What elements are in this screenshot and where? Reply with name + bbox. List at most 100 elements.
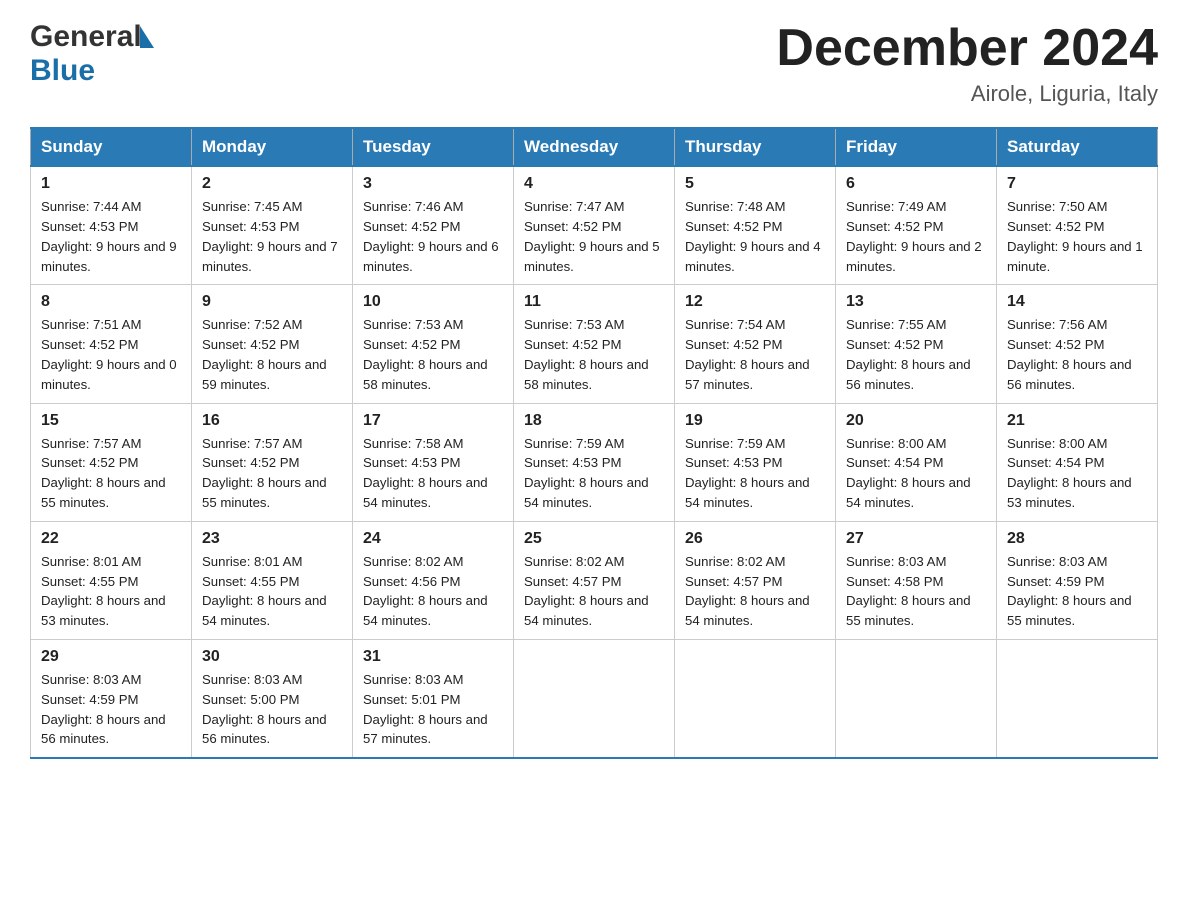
calendar-cell: 5 Sunrise: 7:48 AMSunset: 4:52 PMDaylight… xyxy=(675,166,836,285)
location: Airole, Liguria, Italy xyxy=(776,81,1158,107)
day-info: Sunrise: 8:02 AMSunset: 4:57 PMDaylight:… xyxy=(685,552,825,631)
day-number: 31 xyxy=(363,648,503,666)
day-info: Sunrise: 7:53 AMSunset: 4:52 PMDaylight:… xyxy=(363,315,503,394)
calendar-header-row: SundayMondayTuesdayWednesdayThursdayFrid… xyxy=(31,128,1158,166)
day-number: 10 xyxy=(363,293,503,311)
day-number: 28 xyxy=(1007,530,1147,548)
calendar-cell: 1 Sunrise: 7:44 AMSunset: 4:53 PMDaylight… xyxy=(31,166,192,285)
calendar-week-row: 22Sunrise: 8:01 AMSunset: 4:55 PMDayligh… xyxy=(31,521,1158,639)
day-info: Sunrise: 7:58 AMSunset: 4:53 PMDaylight:… xyxy=(363,434,503,513)
calendar-cell: 17 Sunrise: 7:58 AMSunset: 4:53 PMDayligh… xyxy=(353,403,514,521)
col-header-friday: Friday xyxy=(836,128,997,166)
day-number: 29 xyxy=(41,648,181,666)
day-info: Sunrise: 8:02 AMSunset: 4:56 PMDaylight:… xyxy=(363,552,503,631)
day-number: 20 xyxy=(846,412,986,430)
calendar-week-row: 29 Sunrise: 8:03 AMSunset: 4:59 PMDayligh… xyxy=(31,639,1158,758)
calendar-cell: 13Sunrise: 7:55 AMSunset: 4:52 PMDayligh… xyxy=(836,285,997,403)
day-number: 4 xyxy=(524,175,664,193)
day-info: Sunrise: 7:57 AMSunset: 4:52 PMDaylight:… xyxy=(202,434,342,513)
calendar-cell: 16 Sunrise: 7:57 AMSunset: 4:52 PMDayligh… xyxy=(192,403,353,521)
day-number: 1 xyxy=(41,175,181,193)
calendar-cell: 23 Sunrise: 8:01 AMSunset: 4:55 PMDayligh… xyxy=(192,521,353,639)
col-header-sunday: Sunday xyxy=(31,128,192,166)
calendar-cell: 18Sunrise: 7:59 AMSunset: 4:53 PMDayligh… xyxy=(514,403,675,521)
day-info: Sunrise: 7:52 AMSunset: 4:52 PMDaylight:… xyxy=(202,315,342,394)
calendar-week-row: 1 Sunrise: 7:44 AMSunset: 4:53 PMDaylight… xyxy=(31,166,1158,285)
day-number: 13 xyxy=(846,293,986,311)
day-number: 11 xyxy=(524,293,664,311)
logo-general: General xyxy=(30,20,142,54)
calendar-cell: 29 Sunrise: 8:03 AMSunset: 4:59 PMDayligh… xyxy=(31,639,192,758)
page-header: General Blue December 2024 Airole, Ligur… xyxy=(30,20,1158,107)
day-info: Sunrise: 8:00 AMSunset: 4:54 PMDaylight:… xyxy=(846,434,986,513)
calendar-week-row: 8Sunrise: 7:51 AMSunset: 4:52 PMDaylight… xyxy=(31,285,1158,403)
calendar-cell: 27Sunrise: 8:03 AMSunset: 4:58 PMDayligh… xyxy=(836,521,997,639)
day-number: 5 xyxy=(685,175,825,193)
calendar-cell: 28 Sunrise: 8:03 AMSunset: 4:59 PMDayligh… xyxy=(997,521,1158,639)
day-info: Sunrise: 7:59 AMSunset: 4:53 PMDaylight:… xyxy=(685,434,825,513)
day-number: 8 xyxy=(41,293,181,311)
calendar-cell: 3 Sunrise: 7:46 AMSunset: 4:52 PMDaylight… xyxy=(353,166,514,285)
col-header-monday: Monday xyxy=(192,128,353,166)
day-number: 30 xyxy=(202,648,342,666)
day-number: 23 xyxy=(202,530,342,548)
calendar-cell: 22Sunrise: 8:01 AMSunset: 4:55 PMDayligh… xyxy=(31,521,192,639)
day-number: 6 xyxy=(846,175,986,193)
calendar-cell: 8Sunrise: 7:51 AMSunset: 4:52 PMDaylight… xyxy=(31,285,192,403)
day-number: 12 xyxy=(685,293,825,311)
logo-blue: Blue xyxy=(30,54,95,88)
day-number: 9 xyxy=(202,293,342,311)
day-info: Sunrise: 7:44 AMSunset: 4:53 PMDaylight:… xyxy=(41,197,181,276)
day-info: Sunrise: 7:56 AMSunset: 4:52 PMDaylight:… xyxy=(1007,315,1147,394)
col-header-saturday: Saturday xyxy=(997,128,1158,166)
calendar-cell: 20 Sunrise: 8:00 AMSunset: 4:54 PMDayligh… xyxy=(836,403,997,521)
calendar-cell xyxy=(675,639,836,758)
title-section: December 2024 Airole, Liguria, Italy xyxy=(776,20,1158,107)
day-number: 26 xyxy=(685,530,825,548)
col-header-wednesday: Wednesday xyxy=(514,128,675,166)
day-number: 16 xyxy=(202,412,342,430)
calendar-cell xyxy=(836,639,997,758)
day-number: 14 xyxy=(1007,293,1147,311)
calendar-cell: 10 Sunrise: 7:53 AMSunset: 4:52 PMDayligh… xyxy=(353,285,514,403)
day-info: Sunrise: 7:53 AMSunset: 4:52 PMDaylight:… xyxy=(524,315,664,394)
day-info: Sunrise: 7:45 AMSunset: 4:53 PMDaylight:… xyxy=(202,197,342,276)
day-info: Sunrise: 8:02 AMSunset: 4:57 PMDaylight:… xyxy=(524,552,664,631)
calendar-cell: 11 Sunrise: 7:53 AMSunset: 4:52 PMDayligh… xyxy=(514,285,675,403)
day-info: Sunrise: 8:03 AMSunset: 5:00 PMDaylight:… xyxy=(202,670,342,749)
col-header-tuesday: Tuesday xyxy=(353,128,514,166)
day-number: 27 xyxy=(846,530,986,548)
calendar-cell: 25 Sunrise: 8:02 AMSunset: 4:57 PMDayligh… xyxy=(514,521,675,639)
calendar-cell: 24 Sunrise: 8:02 AMSunset: 4:56 PMDayligh… xyxy=(353,521,514,639)
day-info: Sunrise: 8:03 AMSunset: 4:59 PMDaylight:… xyxy=(1007,552,1147,631)
day-number: 17 xyxy=(363,412,503,430)
col-header-thursday: Thursday xyxy=(675,128,836,166)
calendar-cell: 30 Sunrise: 8:03 AMSunset: 5:00 PMDayligh… xyxy=(192,639,353,758)
calendar-cell: 9 Sunrise: 7:52 AMSunset: 4:52 PMDaylight… xyxy=(192,285,353,403)
day-info: Sunrise: 7:46 AMSunset: 4:52 PMDaylight:… xyxy=(363,197,503,276)
day-number: 19 xyxy=(685,412,825,430)
day-info: Sunrise: 7:48 AMSunset: 4:52 PMDaylight:… xyxy=(685,197,825,276)
day-info: Sunrise: 8:01 AMSunset: 4:55 PMDaylight:… xyxy=(202,552,342,631)
day-number: 24 xyxy=(363,530,503,548)
day-info: Sunrise: 7:49 AMSunset: 4:52 PMDaylight:… xyxy=(846,197,986,276)
calendar-cell xyxy=(514,639,675,758)
calendar-cell: 7Sunrise: 7:50 AMSunset: 4:52 PMDaylight… xyxy=(997,166,1158,285)
day-info: Sunrise: 8:03 AMSunset: 5:01 PMDaylight:… xyxy=(363,670,503,749)
day-number: 3 xyxy=(363,175,503,193)
day-number: 7 xyxy=(1007,175,1147,193)
calendar-cell: 4Sunrise: 7:47 AMSunset: 4:52 PMDaylight… xyxy=(514,166,675,285)
logo: General Blue xyxy=(30,20,154,88)
calendar-cell: 19 Sunrise: 7:59 AMSunset: 4:53 PMDayligh… xyxy=(675,403,836,521)
day-number: 21 xyxy=(1007,412,1147,430)
calendar-cell: 6 Sunrise: 7:49 AMSunset: 4:52 PMDaylight… xyxy=(836,166,997,285)
day-number: 25 xyxy=(524,530,664,548)
calendar-cell: 14 Sunrise: 7:56 AMSunset: 4:52 PMDayligh… xyxy=(997,285,1158,403)
day-number: 15 xyxy=(41,412,181,430)
day-info: Sunrise: 7:57 AMSunset: 4:52 PMDaylight:… xyxy=(41,434,181,513)
day-info: Sunrise: 8:00 AMSunset: 4:54 PMDaylight:… xyxy=(1007,434,1147,513)
calendar-table: SundayMondayTuesdayWednesdayThursdayFrid… xyxy=(30,127,1158,759)
day-info: Sunrise: 8:03 AMSunset: 4:59 PMDaylight:… xyxy=(41,670,181,749)
logo-arrow-icon xyxy=(140,26,154,48)
day-info: Sunrise: 7:54 AMSunset: 4:52 PMDaylight:… xyxy=(685,315,825,394)
